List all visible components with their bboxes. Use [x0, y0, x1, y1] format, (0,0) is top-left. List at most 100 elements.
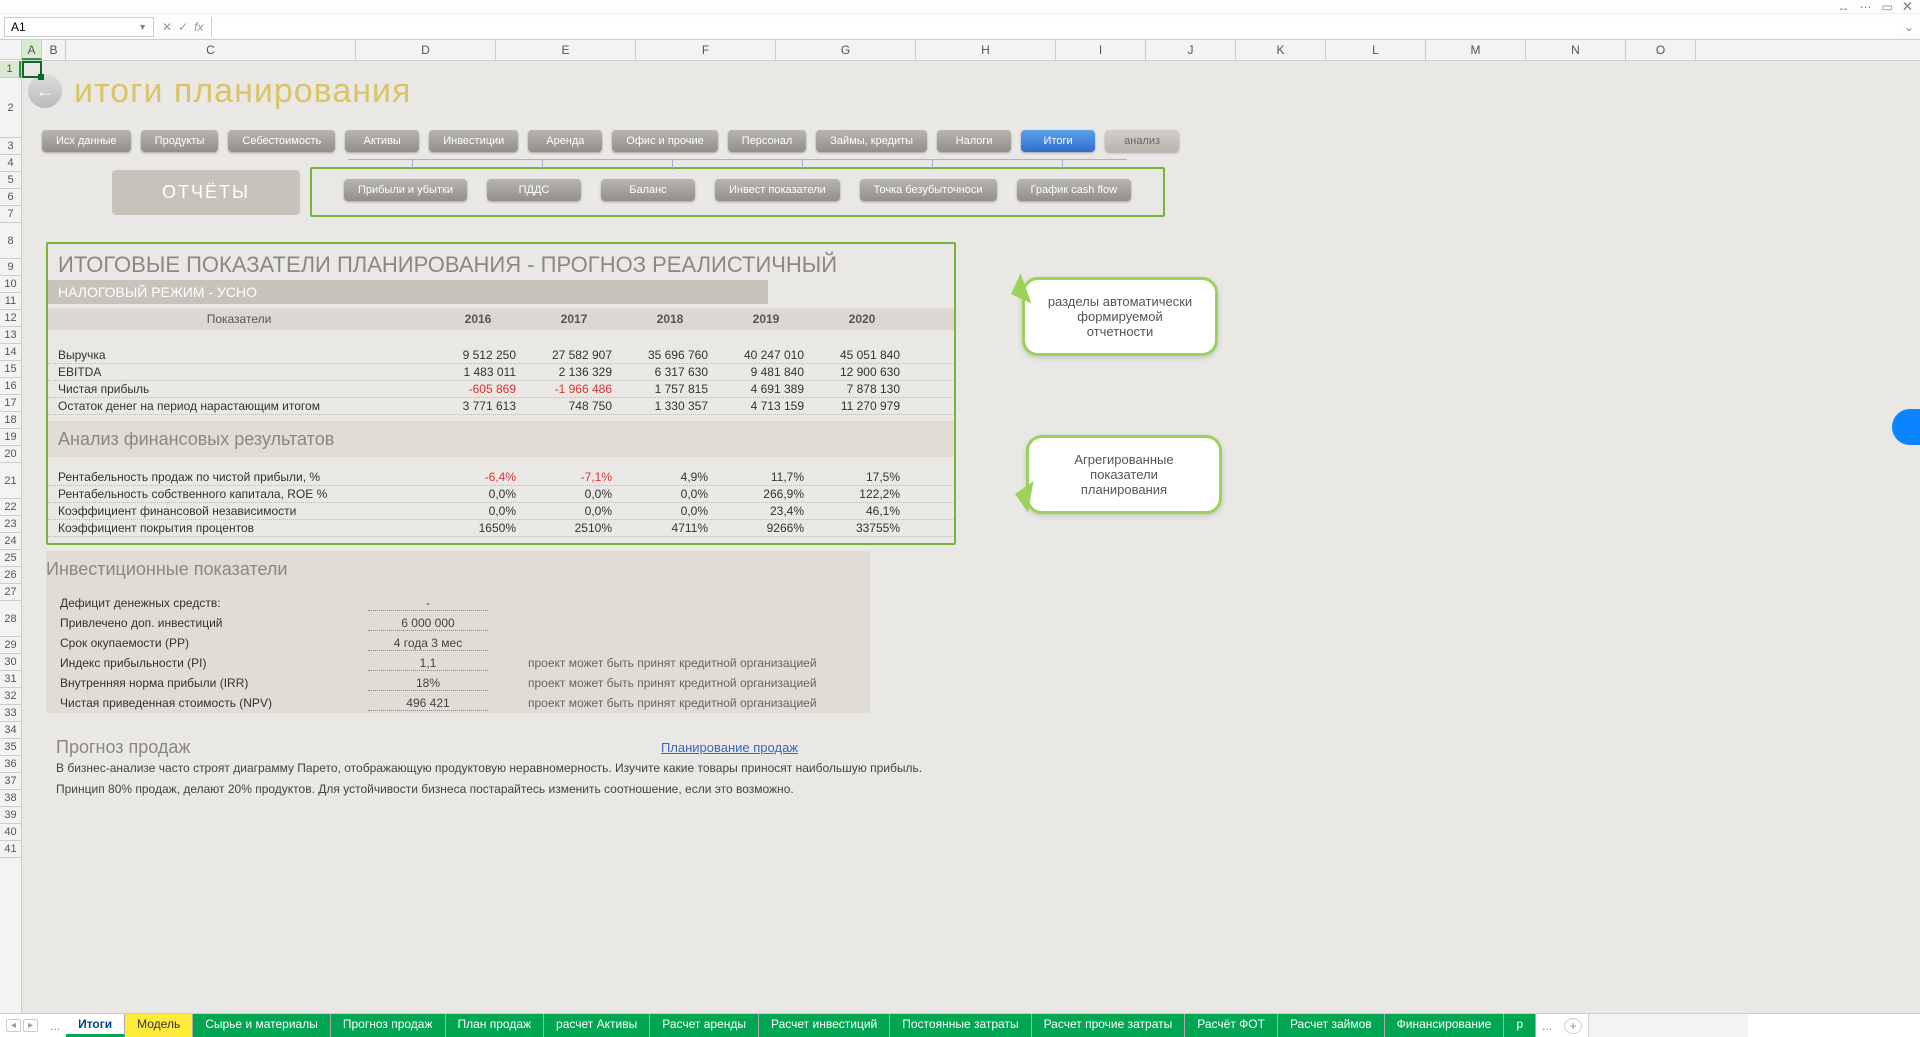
row-header-17[interactable]: 17	[0, 395, 21, 412]
tab-nav-arrows[interactable]: ◂ ▸	[0, 1019, 44, 1032]
col-header-B[interactable]: B	[42, 40, 66, 60]
nav-Себестоимость[interactable]: Себестоимость	[228, 130, 335, 152]
sheet-tab-Итоги[interactable]: Итоги	[66, 1014, 125, 1037]
back-button[interactable]: ←	[28, 74, 62, 108]
col-header-C[interactable]: C	[66, 40, 356, 60]
sheet-tab-План продаж[interactable]: План продаж	[446, 1014, 545, 1037]
dropdown-icon[interactable]: ▼	[138, 22, 147, 32]
row-header-14[interactable]: 14	[0, 344, 21, 361]
row-header-29[interactable]: 29	[0, 637, 21, 654]
row-header-32[interactable]: 32	[0, 688, 21, 705]
row-header-26[interactable]: 26	[0, 567, 21, 584]
restore-icon[interactable]: ▭	[1882, 0, 1893, 14]
tab-overflow-dots-right[interactable]: ...	[1536, 1019, 1558, 1033]
row-header-9[interactable]: 9	[0, 259, 21, 276]
row-header-24[interactable]: 24	[0, 533, 21, 550]
add-sheet-button[interactable]: +	[1564, 1018, 1582, 1034]
row-header-4[interactable]: 4	[0, 155, 21, 172]
row-header-19[interactable]: 19	[0, 429, 21, 446]
nav-Продукты[interactable]: Продукты	[141, 130, 219, 152]
nav-Офис и прочие[interactable]: Офис и прочие	[612, 130, 717, 152]
col-header-O[interactable]: O	[1626, 40, 1696, 60]
select-all-corner[interactable]	[0, 40, 22, 60]
horizontal-scrollbar[interactable]	[1588, 1014, 1748, 1037]
row-header-27[interactable]: 27	[0, 584, 21, 601]
col-header-H[interactable]: H	[916, 40, 1056, 60]
sheet-tab-Расчет займов[interactable]: Расчет займов	[1278, 1014, 1385, 1037]
row-header-20[interactable]: 20	[0, 446, 21, 463]
sheet-tab-Постоянные затраты[interactable]: Постоянные затраты	[890, 1014, 1031, 1037]
report-nav-Баланс[interactable]: Баланс	[601, 179, 695, 201]
nav-Аренда[interactable]: Аренда	[528, 130, 602, 152]
row-header-11[interactable]: 11	[0, 293, 21, 310]
col-header-G[interactable]: G	[776, 40, 916, 60]
nav-Итоги[interactable]: Итоги	[1021, 130, 1095, 152]
sheet-tab-Прогноз продаж[interactable]: Прогноз продаж	[331, 1014, 446, 1037]
row-header-12[interactable]: 12	[0, 310, 21, 327]
nav-Активы[interactable]: Активы	[345, 130, 419, 152]
row-header-15[interactable]: 15	[0, 361, 21, 378]
expand-formula-icon[interactable]: ⌄	[1898, 20, 1920, 34]
side-fab-button[interactable]	[1892, 409, 1920, 445]
fx-icon[interactable]: fx	[194, 20, 203, 34]
row-header-18[interactable]: 18	[0, 412, 21, 429]
formula-input[interactable]	[211, 17, 1898, 37]
row-header-36[interactable]: 36	[0, 756, 21, 773]
row-header-38[interactable]: 38	[0, 790, 21, 807]
report-nav-Точка безубыточноси[interactable]: Точка безубыточноси	[860, 179, 997, 201]
row-header-7[interactable]: 7	[0, 206, 21, 223]
next-tab-icon[interactable]: ▸	[23, 1019, 38, 1032]
report-nav-График cash flow[interactable]: График cash flow	[1017, 179, 1132, 201]
sheet-tab-расчет Активы[interactable]: расчет Активы	[544, 1014, 650, 1037]
sheet-tab-Расчет инвестиций[interactable]: Расчет инвестиций	[759, 1014, 890, 1037]
row-header-21[interactable]: 21	[0, 463, 21, 499]
sheet-tab-Сырье и материалы[interactable]: Сырье и материалы	[193, 1014, 331, 1037]
sheet-tab-Расчёт ФОТ[interactable]: Расчёт ФОТ	[1185, 1014, 1278, 1037]
col-header-I[interactable]: I	[1056, 40, 1146, 60]
row-header-1[interactable]: 1	[0, 61, 21, 78]
row-header-30[interactable]: 30	[0, 654, 21, 671]
nav-Налоги[interactable]: Налоги	[937, 130, 1011, 152]
sheet-tab-Финансирование[interactable]: Финансирование	[1385, 1014, 1505, 1037]
row-header-31[interactable]: 31	[0, 671, 21, 688]
report-nav-ПДДС[interactable]: ПДДС	[487, 179, 581, 201]
nav-анализ[interactable]: анализ	[1105, 130, 1179, 152]
col-header-E[interactable]: E	[496, 40, 636, 60]
row-header-40[interactable]: 40	[0, 824, 21, 841]
row-header-37[interactable]: 37	[0, 773, 21, 790]
resize-icon[interactable]: ↔	[1838, 0, 1850, 14]
row-header-23[interactable]: 23	[0, 516, 21, 533]
col-header-M[interactable]: M	[1426, 40, 1526, 60]
close-icon[interactable]: 🗙	[1903, 0, 1912, 17]
nav-Персонал[interactable]: Персонал	[728, 130, 807, 152]
cancel-icon[interactable]: ✕	[162, 20, 172, 34]
report-nav-Инвест показатели[interactable]: Инвест показатели	[715, 179, 840, 201]
nav-Инвестиции[interactable]: Инвестиции	[429, 130, 518, 152]
tab-overflow-dots[interactable]: ...	[44, 1019, 66, 1033]
row-header-34[interactable]: 34	[0, 722, 21, 739]
col-header-D[interactable]: D	[356, 40, 496, 60]
row-header-2[interactable]: 2	[0, 78, 21, 138]
row-header-39[interactable]: 39	[0, 807, 21, 824]
more-icon[interactable]: ⋯	[1860, 0, 1872, 14]
sheet-tab-Модель[interactable]: Модель	[125, 1014, 193, 1037]
col-header-N[interactable]: N	[1526, 40, 1626, 60]
report-nav-Прибыли и убытки[interactable]: Прибыли и убытки	[344, 179, 467, 201]
col-header-K[interactable]: K	[1236, 40, 1326, 60]
sheet-tab-Расчет аренды[interactable]: Расчет аренды	[650, 1014, 759, 1037]
row-header-33[interactable]: 33	[0, 705, 21, 722]
spreadsheet-grid[interactable]: ← итоги планирования Исх данныеПродуктыС…	[22, 61, 1920, 1014]
row-header-28[interactable]: 28	[0, 601, 21, 637]
row-header-41[interactable]: 41	[0, 841, 21, 858]
planning-sales-link[interactable]: Планирование продаж	[661, 740, 798, 755]
row-header-10[interactable]: 10	[0, 276, 21, 293]
col-header-J[interactable]: J	[1146, 40, 1236, 60]
row-header-3[interactable]: 3	[0, 138, 21, 155]
confirm-icon[interactable]: ✓	[178, 20, 188, 34]
nav-Исх данные[interactable]: Исх данные	[42, 130, 131, 152]
row-header-5[interactable]: 5	[0, 172, 21, 189]
row-header-6[interactable]: 6	[0, 189, 21, 206]
row-header-16[interactable]: 16	[0, 378, 21, 395]
sheet-tab-Расчет прочие затраты[interactable]: Расчет прочие затраты	[1032, 1014, 1186, 1037]
nav-Займы, кредиты[interactable]: Займы, кредиты	[816, 130, 927, 152]
